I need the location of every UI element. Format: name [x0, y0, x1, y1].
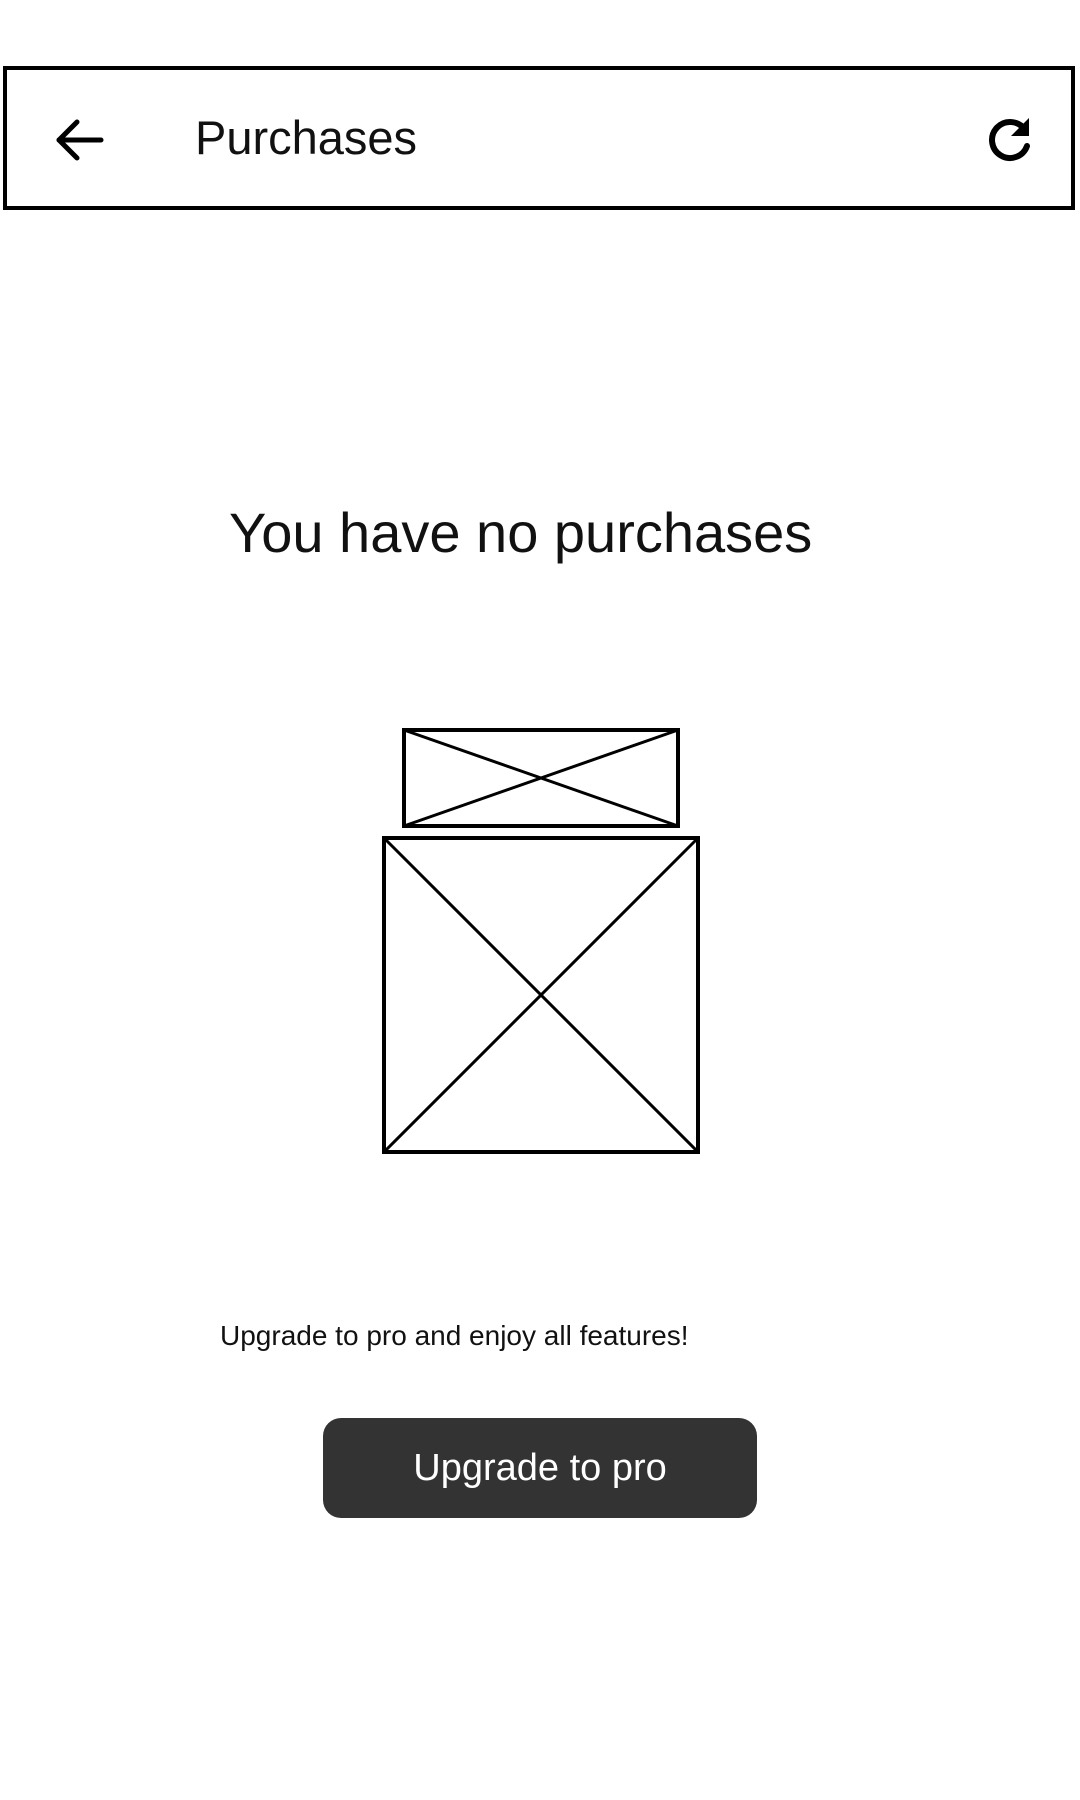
promo-text: Upgrade to pro and enjoy all features! [220, 1320, 689, 1351]
back-button[interactable] [51, 112, 107, 168]
image-placeholder-main [382, 836, 700, 1154]
page-title: Purchases [195, 111, 418, 164]
arrow-left-icon [56, 119, 104, 161]
app-bar: Purchases [3, 66, 1075, 210]
refresh-icon [989, 118, 1030, 161]
image-placeholder-banner [402, 728, 680, 828]
upgrade-to-pro-button[interactable]: Upgrade to pro [323, 1418, 757, 1518]
empty-state-title: You have no purchases [229, 501, 813, 564]
refresh-button[interactable] [981, 112, 1037, 168]
